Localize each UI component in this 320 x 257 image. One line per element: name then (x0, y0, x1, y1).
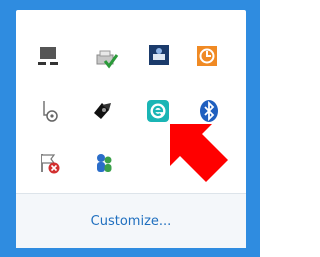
app-shortcut-icon[interactable] (146, 42, 172, 68)
people-icon[interactable] (91, 150, 117, 176)
printer-check-icon[interactable] (94, 45, 120, 71)
flag-error-icon[interactable] (37, 150, 63, 176)
speaker-icon[interactable] (90, 98, 116, 124)
notification-overflow-panel: Customize... (16, 10, 246, 248)
notification-overflow-frame: Customize... (0, 0, 260, 257)
customize-link[interactable]: Customize... (91, 214, 172, 229)
customize-area: Customize... (16, 194, 246, 248)
red-arrow-icon (170, 124, 228, 182)
disk-gear-icon[interactable] (37, 98, 63, 124)
monitor-icon[interactable] (35, 43, 61, 69)
clock-orange-icon[interactable] (194, 43, 220, 69)
